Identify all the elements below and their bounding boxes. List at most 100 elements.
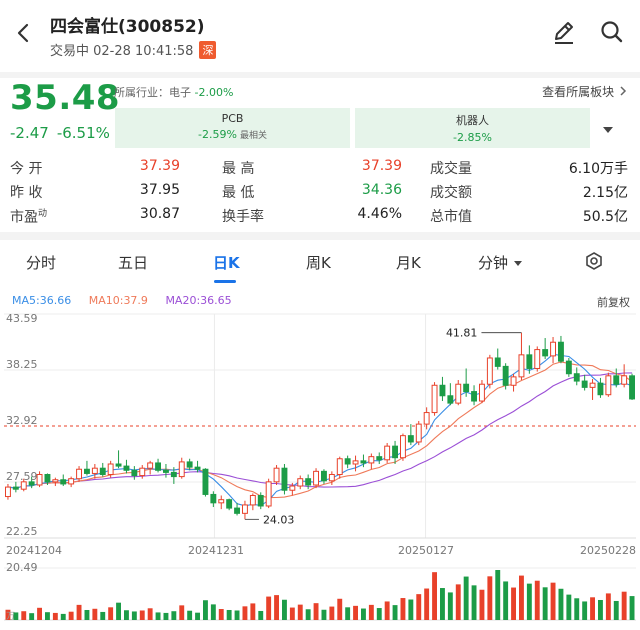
candle-body bbox=[194, 466, 201, 470]
candle-body bbox=[123, 465, 130, 471]
volume-bar bbox=[84, 609, 90, 620]
y-tick-label: 38.25 bbox=[6, 358, 38, 371]
candle bbox=[558, 335, 564, 364]
candle bbox=[605, 372, 612, 397]
sector-card-pcb[interactable]: PCB -2.59% 最相关 bbox=[115, 108, 350, 148]
sector-tag: 最相关 bbox=[239, 131, 267, 141]
candle bbox=[471, 385, 477, 406]
amount-label: 成交额 bbox=[430, 185, 472, 201]
tab-monthly-k[interactable]: 月K bbox=[396, 252, 421, 273]
volume-bar bbox=[613, 600, 619, 620]
industry-name: 电子 bbox=[169, 86, 191, 99]
volume-bar bbox=[329, 606, 335, 620]
candle-body bbox=[494, 357, 501, 367]
volume-bar bbox=[155, 612, 161, 620]
search-icon[interactable] bbox=[598, 18, 626, 46]
x-tick-label: 20241231 bbox=[188, 544, 244, 557]
candle bbox=[60, 474, 67, 487]
current-price: 35.48 bbox=[10, 78, 121, 118]
candle bbox=[91, 463, 98, 479]
candle bbox=[123, 459, 130, 474]
trading-status-text: 交易中 02-28 10:41:58 bbox=[50, 44, 194, 59]
candle bbox=[131, 466, 138, 480]
candle-body bbox=[155, 462, 161, 471]
back-arrow-icon[interactable] bbox=[12, 18, 36, 48]
expand-down-icon[interactable] bbox=[596, 120, 620, 140]
volume-bar bbox=[479, 589, 485, 620]
volume-bar bbox=[274, 595, 279, 620]
candle-body bbox=[68, 478, 75, 485]
candle bbox=[273, 465, 280, 485]
view-sectors-label: 查看所属板块 bbox=[542, 85, 615, 99]
candle bbox=[52, 477, 59, 487]
view-sectors-link[interactable]: 查看所属板块 bbox=[542, 83, 628, 100]
candle bbox=[202, 468, 209, 497]
industry-info[interactable]: 所属行业：电子 -2.00% bbox=[114, 84, 233, 100]
candle bbox=[234, 502, 240, 516]
candle-body bbox=[210, 493, 217, 504]
candle bbox=[76, 466, 82, 482]
candle-body bbox=[52, 479, 59, 483]
candle bbox=[281, 463, 288, 495]
volume-bar bbox=[242, 606, 248, 620]
change-value: -2.47 bbox=[10, 124, 49, 142]
candlestick-chart[interactable]: 43.59 38.25 32.92 27.59 22.25 20241204 2024123… bbox=[0, 310, 640, 626]
volume-bar bbox=[45, 612, 50, 620]
candle-body bbox=[621, 375, 628, 385]
industry-label: 所属行业： bbox=[114, 86, 169, 99]
volume-bar bbox=[321, 609, 327, 620]
candle bbox=[431, 382, 438, 416]
candle-body bbox=[249, 494, 256, 506]
ma5-label: MA5:36.66 bbox=[12, 294, 72, 307]
caret-down-icon bbox=[514, 261, 523, 266]
candle-body bbox=[447, 395, 454, 404]
candle bbox=[502, 363, 509, 390]
volume-bar bbox=[76, 604, 82, 620]
candle bbox=[518, 332, 525, 381]
adjust-toggle[interactable]: 前复权 bbox=[597, 294, 630, 310]
tab-weekly-k[interactable]: 周K bbox=[306, 252, 331, 273]
candle-body bbox=[423, 412, 430, 425]
candle-body bbox=[542, 349, 549, 357]
tab-daily-k[interactable]: 日K bbox=[213, 252, 240, 273]
volume-bar bbox=[503, 581, 509, 620]
sector-card-robot[interactable]: 机器人 -2.85% bbox=[355, 108, 590, 148]
tab-minute[interactable]: 分钟 bbox=[478, 252, 524, 273]
volume-bar bbox=[29, 613, 35, 620]
quote-stats: 今 开 37.39 最 高 37.39 成交量 6.10万手 昨 收 37.95… bbox=[0, 156, 640, 228]
candle-body bbox=[321, 470, 327, 482]
header: 四会富仕(300852) 交易中 02-28 10:41:58 深 bbox=[0, 0, 640, 72]
candle bbox=[447, 383, 454, 406]
ma20-label: MA20:36.65 bbox=[165, 294, 232, 307]
candle-body bbox=[91, 467, 98, 474]
volume-bar bbox=[21, 611, 27, 620]
open-label: 今 开 bbox=[10, 161, 43, 177]
volume-bar bbox=[566, 594, 572, 620]
turnover-value: 4.46% bbox=[357, 206, 402, 222]
tab-intraday[interactable]: 分时 bbox=[26, 252, 56, 273]
candle bbox=[392, 440, 398, 464]
candle bbox=[376, 452, 383, 464]
candle bbox=[613, 368, 620, 388]
candle-body bbox=[463, 383, 470, 393]
volume-bar bbox=[621, 591, 627, 620]
volume-bar bbox=[37, 607, 42, 620]
volume-bar bbox=[116, 602, 121, 620]
settings-icon[interactable] bbox=[584, 251, 604, 271]
candle bbox=[621, 364, 628, 388]
ma5-line bbox=[7, 353, 633, 507]
volume-bar bbox=[582, 601, 588, 620]
tab-five-day[interactable]: 五日 bbox=[118, 252, 148, 273]
candle bbox=[297, 475, 304, 490]
candle-body bbox=[36, 473, 43, 486]
candle bbox=[439, 376, 446, 402]
edit-icon[interactable] bbox=[550, 18, 578, 46]
volume-bar bbox=[558, 588, 564, 620]
candle bbox=[242, 500, 248, 520]
candle-body bbox=[589, 382, 596, 388]
tab-minute-label: 分钟 bbox=[478, 254, 509, 272]
volume-bar bbox=[234, 610, 240, 620]
ma10-label: MA10:37.9 bbox=[88, 294, 148, 307]
candle-body bbox=[534, 349, 541, 369]
volume-bar bbox=[440, 588, 445, 620]
